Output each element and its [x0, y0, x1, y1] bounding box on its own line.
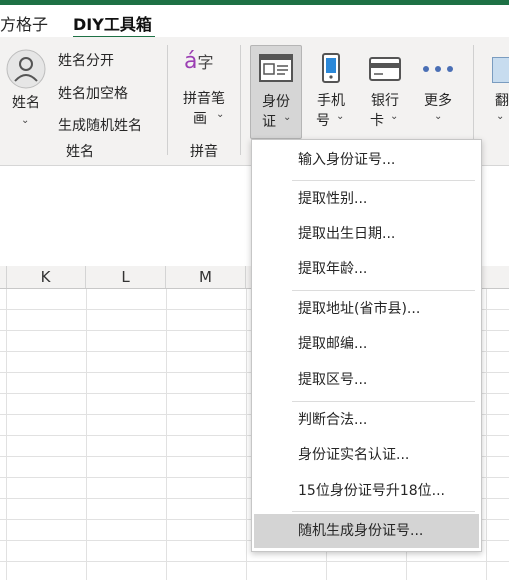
column-header-m[interactable]: M — [166, 266, 246, 288]
menu-separator — [292, 401, 475, 402]
chevron-down-icon: ⌄ — [21, 115, 30, 126]
tab-fanggezi[interactable]: 方格子 — [0, 11, 48, 35]
person-icon — [6, 49, 46, 93]
menu-item-extract-area-code[interactable]: 提取区号... — [252, 363, 481, 397]
menu-separator — [292, 511, 475, 512]
phone-label-line2: 号 — [316, 113, 330, 129]
bank-card-label-line2: 卡 — [370, 113, 384, 129]
menu-item-label: 15位身份证号升18位... — [298, 483, 445, 499]
id-card-dropdown-menu: 输入身份证号... 提取性别... 提取出生日期... 提取年龄... 提取地址… — [251, 139, 482, 552]
name-button[interactable]: 姓名 ⌄ — [4, 47, 48, 137]
menu-separator — [292, 180, 475, 181]
phone-icon — [321, 53, 341, 87]
tab-diy-toolbox[interactable]: DIY工具箱 — [73, 11, 152, 35]
name-add-space-button[interactable]: 姓名加空格 — [58, 83, 128, 103]
more-button[interactable]: 更多 ⌄ — [416, 45, 460, 137]
more-label: 更多 — [424, 93, 452, 109]
menu-item-label: 判断合法... — [298, 412, 368, 428]
menu-item-extract-gender[interactable]: 提取性别... — [252, 182, 481, 216]
menu-item-label: 提取性别... — [298, 191, 368, 207]
menu-item-upgrade-15-to-18[interactable]: 15位身份证号升18位... — [252, 474, 481, 508]
group-separator — [167, 45, 168, 155]
group-label-name: 姓名 — [66, 144, 94, 160]
menu-item-label: 提取区号... — [298, 372, 368, 388]
bank-card-label-line1: 银行 — [371, 93, 399, 109]
id-card-label-line2: 证 — [262, 114, 276, 130]
more-dots-icon — [422, 59, 454, 78]
menu-item-extract-postcode[interactable]: 提取邮编... — [252, 327, 481, 361]
group-separator — [240, 45, 241, 155]
chevron-down-icon: ⌄ — [496, 111, 505, 122]
bank-card-button[interactable]: 银行 卡 ⌄ — [362, 45, 408, 137]
chevron-down-icon: ⌄ — [336, 111, 345, 122]
column-header-l[interactable]: L — [86, 266, 166, 288]
grid-line — [0, 561, 509, 562]
menu-item-extract-age[interactable]: 提取年龄... — [252, 252, 481, 286]
phone-number-button[interactable]: 手机 号 ⌄ — [308, 45, 354, 137]
chevron-down-icon: ⌄ — [283, 112, 292, 123]
random-name-button[interactable]: 生成随机姓名 — [58, 115, 142, 135]
menu-item-extract-birthdate[interactable]: 提取出生日期... — [252, 217, 481, 251]
id-card-label-line1: 身份 — [262, 94, 290, 110]
id-card-button[interactable]: 身份 证 ⌄ — [250, 45, 302, 139]
phone-label-line1: 手机 — [317, 93, 345, 109]
pinyin-label-line1: 拼音笔 — [183, 91, 225, 107]
column-header-k[interactable]: K — [6, 266, 86, 288]
menu-separator — [292, 290, 475, 291]
bank-card-icon — [369, 57, 401, 85]
chevron-down-icon: ⌄ — [434, 111, 443, 122]
menu-item-validate[interactable]: 判断合法... — [252, 403, 481, 437]
menu-item-extract-address[interactable]: 提取地址(省市县)... — [252, 292, 481, 326]
menu-item-random-generate-id[interactable]: 随机生成身份证号... — [254, 514, 479, 548]
menu-item-label: 提取地址(省市县)... — [298, 301, 421, 317]
chevron-down-icon: ⌄ — [216, 109, 225, 120]
menu-item-real-name-auth[interactable]: 身份证实名认证... — [252, 438, 481, 472]
pinyin-stroke-button[interactable]: á字 拼音笔 画 ⌄ — [178, 45, 230, 135]
translate-icon — [492, 57, 509, 83]
menu-item-label: 输入身份证号... — [298, 152, 396, 168]
menu-item-label: 随机生成身份证号... — [298, 523, 424, 539]
name-split-button[interactable]: 姓名分开 — [58, 50, 114, 70]
id-card-icon — [259, 54, 293, 86]
group-label-pinyin: 拼音 — [190, 144, 218, 160]
pinyin-icon: á字 — [184, 49, 214, 74]
chevron-down-icon: ⌄ — [390, 111, 399, 122]
translate-button[interactable]: 翻 ⌄ — [484, 45, 509, 137]
menu-item-label: 提取出生日期... — [298, 226, 396, 242]
menu-item-label: 提取邮编... — [298, 336, 368, 352]
name-button-label: 姓名 — [12, 95, 40, 111]
menu-item-input-id[interactable]: 输入身份证号... — [252, 143, 481, 177]
ribbon-tabs: 方格子 DIY工具箱 — [0, 5, 509, 39]
menu-item-label: 提取年龄... — [298, 261, 368, 277]
menu-item-label: 身份证实名认证... — [298, 447, 410, 463]
translate-label: 翻 — [495, 93, 509, 109]
